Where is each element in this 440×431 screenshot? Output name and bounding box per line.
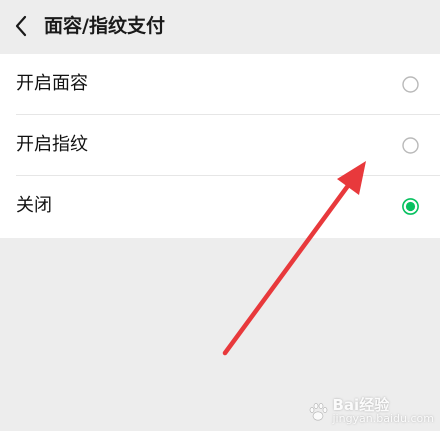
paw-icon — [310, 403, 328, 421]
option-label: 开启指纹 — [16, 134, 88, 155]
watermark-brand: Bai经验 — [332, 396, 390, 414]
radio-selected-icon[interactable] — [402, 198, 419, 215]
option-enable-fingerprint[interactable]: 开启指纹 — [0, 115, 440, 176]
top-bar: 面容/指纹支付 — [0, 0, 440, 52]
option-disable[interactable]: 关闭 — [0, 176, 440, 238]
radio-unselected-icon[interactable] — [402, 137, 419, 154]
radio-unselected-icon[interactable] — [402, 76, 419, 93]
watermark-domain: jingyan.baidu.com — [332, 412, 434, 425]
payment-options-list: 开启面容 开启指纹 关闭 — [0, 54, 440, 238]
page-title: 面容/指纹支付 — [44, 15, 165, 37]
watermark: Bai经验 jingyan.baidu.com — [307, 396, 434, 425]
chevron-left-icon — [15, 15, 27, 37]
option-label: 关闭 — [16, 195, 52, 216]
back-button[interactable] — [6, 8, 36, 44]
option-label: 开启面容 — [16, 73, 88, 94]
option-enable-face-id[interactable]: 开启面容 — [0, 54, 440, 115]
